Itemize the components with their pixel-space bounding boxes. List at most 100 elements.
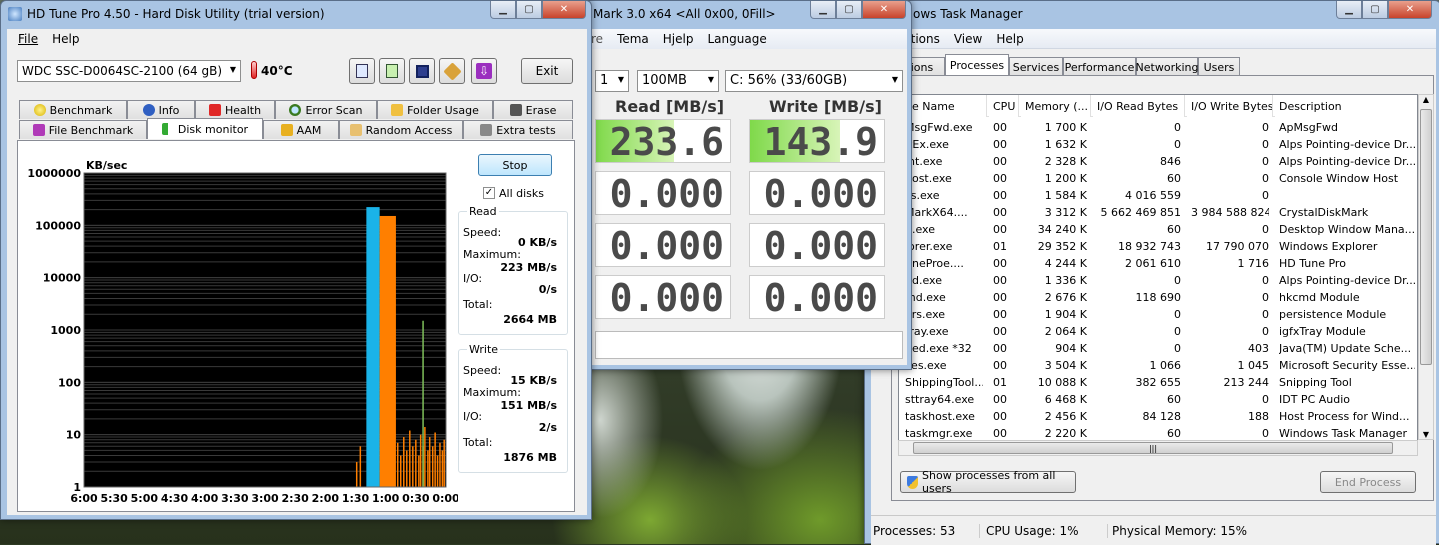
x-tick-label: 2:30 <box>281 492 309 505</box>
column-header[interactable]: ge Name <box>901 95 987 117</box>
end-process-button[interactable]: End Process <box>1320 471 1416 493</box>
drive-select[interactable]: WDC SSC-D0064SC-2100 (64 gB) ▼ <box>17 60 241 82</box>
menu-bar: ptions View Help <box>871 29 1436 49</box>
tab-random-access[interactable]: Random Access <box>339 120 463 139</box>
table-row[interactable]: lorer.exe 01 29 352 K 18 932 743 17 790 070 W… <box>899 238 1417 255</box>
table-cell: 4 016 559 <box>1125 189 1181 202</box>
tab-aam[interactable]: AAM <box>263 120 339 139</box>
scroll-down-icon[interactable]: ▼ <box>1419 430 1433 439</box>
tab-info[interactable]: Info <box>127 100 195 119</box>
scrollbar-thumb[interactable] <box>1420 109 1432 365</box>
hdtune-window[interactable]: HD Tune Pro 4.50 - Hard Disk Utility (tr… <box>0 0 592 520</box>
table-cell: ltEx.exe <box>905 138 949 151</box>
minimize-button[interactable]: ▁ <box>1336 1 1362 19</box>
magnifier-icon <box>289 104 302 116</box>
table-row[interactable]: tray.exe 00 2 064 K 0 0 igfxTray Module <box>899 323 1417 340</box>
tab-file-benchmark[interactable]: File Benchmark <box>19 120 147 139</box>
table-row[interactable]: ss.exe 00 1 584 K 4 016 559 0 <box>899 187 1417 204</box>
copy-info-button[interactable] <box>349 58 375 84</box>
task-manager-window[interactable]: ows Task Manager ▁ ▢ ✕ ptions View Help … <box>864 0 1439 545</box>
save-button[interactable] <box>409 58 435 84</box>
test-size-select[interactable]: 100MB ▼ <box>637 70 719 92</box>
maximize-button[interactable]: ▢ <box>836 1 862 19</box>
exit-button[interactable]: Exit <box>521 58 573 84</box>
table-row[interactable]: MsgFwd.exe 00 1 700 K 0 0 ApMsgFwd <box>899 119 1417 136</box>
menu-theme[interactable]: Tema <box>610 32 656 49</box>
table-row[interactable]: ces.exe 00 3 504 K 1 066 1 045 Microsoft Secu… <box>899 357 1417 374</box>
status-bar: Processes: 53 CPU Usage: 1% Physical Mem… <box>871 515 1436 545</box>
menu-help[interactable]: Help <box>989 32 1030 48</box>
tab-users[interactable]: Users <box>1198 57 1240 76</box>
table-cell: 00 <box>993 223 1007 236</box>
tab-health[interactable]: Health <box>195 100 275 119</box>
download-button[interactable]: ⇩ <box>471 58 497 84</box>
read-speed-label: Speed: <box>463 226 502 239</box>
tab-benchmark[interactable]: Benchmark <box>19 100 127 119</box>
copy-all-button[interactable] <box>379 58 405 84</box>
menu-file[interactable]: File <box>11 32 45 49</box>
column-header[interactable]: Description <box>1275 95 1417 117</box>
result-write-value: 143.9 <box>763 120 878 163</box>
tab-services[interactable]: Services <box>1009 57 1063 76</box>
maximize-button[interactable]: ▢ <box>1362 1 1388 19</box>
tab-networking[interactable]: Networking <box>1136 57 1198 76</box>
column-header[interactable]: I/O Write Bytes <box>1187 95 1273 117</box>
tab-error-scan[interactable]: Error Scan <box>275 100 377 119</box>
crystaldiskmark-window[interactable]: Mark 3.0 x64 <All 0x00, 0Fill> ▁ ▢ ✕ re … <box>566 0 912 370</box>
vertical-scrollbar[interactable]: ▲ ▼ <box>1418 94 1434 440</box>
tab-disk-monitor[interactable]: Disk monitor <box>147 118 263 139</box>
table-row[interactable]: taskhost.exe 00 2 456 K 84 128 188 Host Proce… <box>899 408 1417 425</box>
table-row[interactable]: nd.exe 00 1 336 K 0 0 Alps Pointing-device Dr… <box>899 272 1417 289</box>
close-button[interactable]: ✕ <box>1388 1 1432 19</box>
tab-folder-usage[interactable]: Folder Usage <box>377 100 493 119</box>
minimize-button[interactable]: ▁ <box>810 1 836 19</box>
hscroll-thumb[interactable]: ||| <box>913 442 1393 454</box>
horizontal-scrollbar[interactable]: ||| <box>898 440 1418 456</box>
x-tick-label: 6:00 <box>70 492 98 505</box>
table-row[interactable]: MarkX64.... 00 3 312 K 5 662 469 851 3 984 5… <box>899 204 1417 221</box>
table-cell: lorer.exe <box>905 240 953 253</box>
table-cell: 0 <box>1262 274 1269 287</box>
table-row[interactable]: n.exe 00 34 240 K 60 0 Desktop Window Mana... <box>899 221 1417 238</box>
options-button[interactable] <box>439 58 465 84</box>
menu-view[interactable]: View <box>947 32 989 48</box>
x-tick-label: 5:30 <box>100 492 128 505</box>
minimize-button[interactable]: ▁ <box>490 1 516 19</box>
column-header[interactable]: Memory (... <box>1021 95 1091 117</box>
stop-button[interactable]: Stop <box>478 154 552 176</box>
table-cell: 6 468 K <box>1044 393 1087 406</box>
all-disks-checkbox[interactable]: ✓ <box>483 187 495 199</box>
tab-extra-tests[interactable]: Extra tests <box>463 120 573 139</box>
table-row[interactable]: ShippingTool.... 01 10 088 K 382 655 213 244… <box>899 374 1417 391</box>
drive-select[interactable]: C: 56% (33/60GB) ▼ <box>725 70 903 92</box>
process-list[interactable]: ge Name CPU Memory (... I/O Read Bytes I/O W… <box>898 94 1418 456</box>
tab-erase[interactable]: Erase <box>493 100 573 119</box>
table-row[interactable]: ltEx.exe 00 1 632 K 0 0 Alps Pointing-device … <box>899 136 1417 153</box>
table-row[interactable]: uneProe.... 00 4 244 K 2 061 610 1 716 HD Tun… <box>899 255 1417 272</box>
table-row[interactable]: md.exe 00 2 676 K 118 690 0 hkcmd Module <box>899 289 1417 306</box>
table-row[interactable]: int.exe 00 2 328 K 846 0 Alps Pointing-device… <box>899 153 1417 170</box>
tab-processes[interactable]: Processes <box>945 54 1009 75</box>
column-header[interactable]: I/O Read Bytes <box>1093 95 1185 117</box>
extra-tests-icon <box>480 124 493 136</box>
column-header[interactable]: CPU <box>989 95 1019 117</box>
table-row[interactable]: hed.exe *32 00 904 K 0 403 Java(TM) Update Sc… <box>899 340 1417 357</box>
menu-help[interactable]: Hjelp <box>656 32 701 49</box>
table-row[interactable]: ers.exe 00 1 904 K 0 0 persistence Module <box>899 306 1417 323</box>
menu-help[interactable]: Help <box>45 32 86 49</box>
comment-field[interactable] <box>595 331 903 359</box>
tab-performance[interactable]: Performance <box>1063 57 1136 76</box>
table-cell: hed.exe *32 <box>905 342 972 355</box>
maximize-button[interactable]: ▢ <box>516 1 542 19</box>
scroll-up-icon[interactable]: ▲ <box>1419 95 1433 104</box>
menu-language[interactable]: Language <box>700 32 773 49</box>
test-count-select[interactable]: 1 ▼ <box>595 70 629 92</box>
read-max-label: Maximum: <box>463 248 521 261</box>
close-button[interactable]: ✕ <box>542 1 586 19</box>
table-cell: ers.exe <box>905 308 946 321</box>
table-row[interactable]: sttray64.exe 00 6 468 K 60 0 IDT PC Audio <box>899 391 1417 408</box>
table-row[interactable]: host.exe 00 1 200 K 60 0 Console Window Host <box>899 170 1417 187</box>
show-all-processes-button[interactable]: Show processes from all users <box>900 469 1076 495</box>
result-read-value: 0.000 <box>609 172 724 215</box>
close-button[interactable]: ✕ <box>862 1 906 19</box>
